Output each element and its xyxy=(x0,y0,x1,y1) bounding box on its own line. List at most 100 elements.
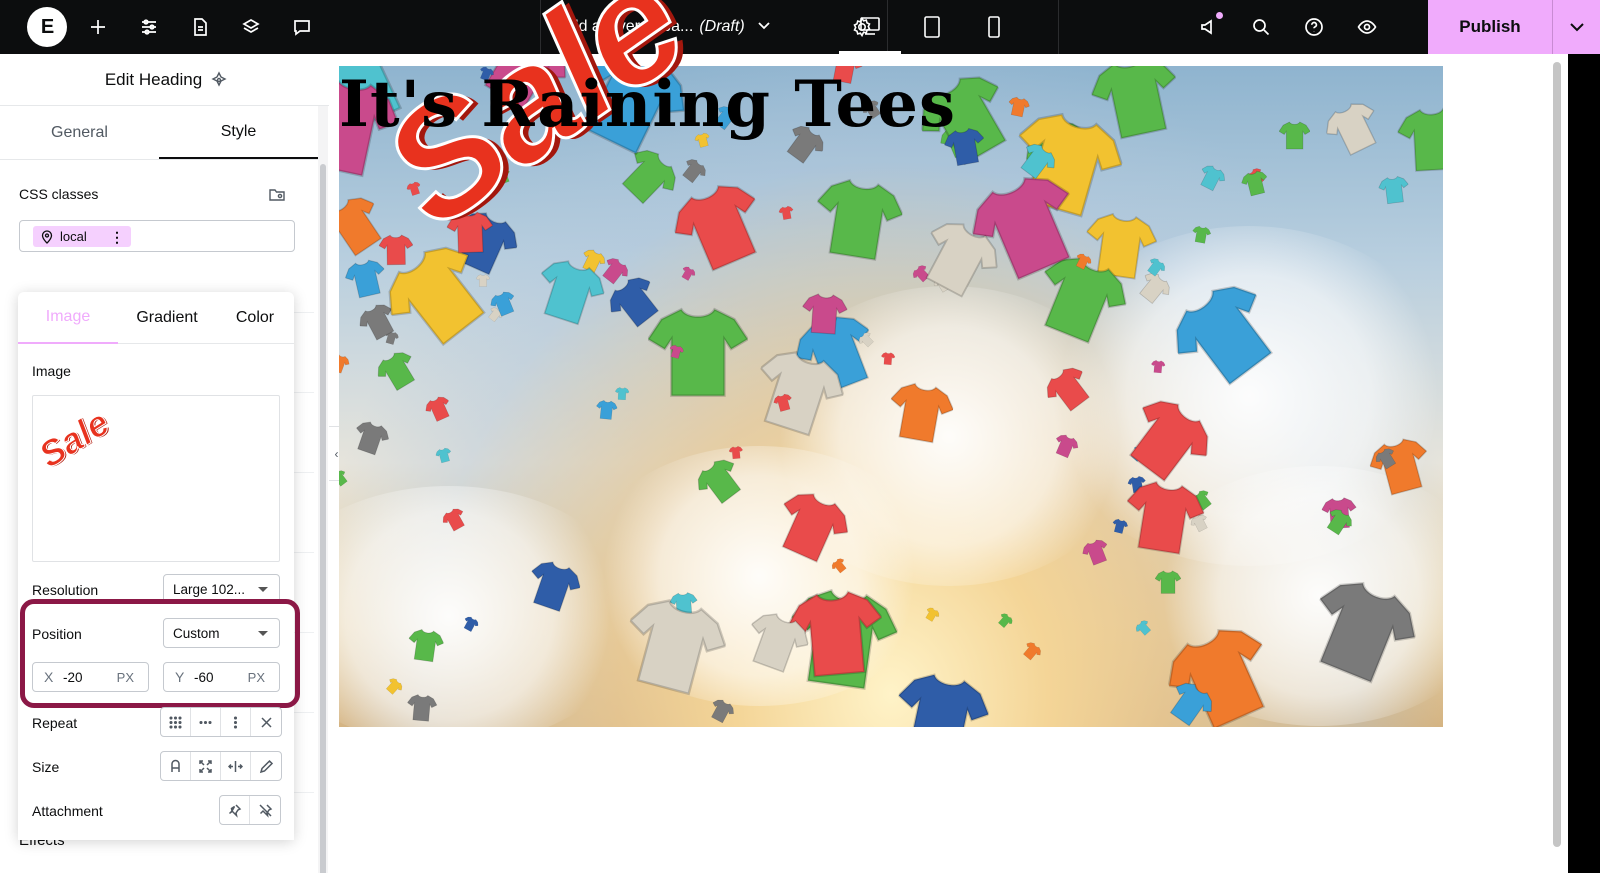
comments-icon[interactable] xyxy=(290,15,314,39)
tshirt-shape xyxy=(816,178,905,261)
size-custom-pencil-icon[interactable] xyxy=(251,752,281,780)
position-label: Position xyxy=(32,626,82,642)
tshirt-shape xyxy=(407,694,438,722)
canvas-scrollbar[interactable] xyxy=(1550,56,1564,856)
tshirt-shape xyxy=(669,344,684,359)
toolbar-divider xyxy=(1058,0,1059,54)
pages-icon[interactable] xyxy=(188,15,212,39)
elementor-logo-icon: E xyxy=(40,15,54,38)
y-axis-label: Y xyxy=(175,669,185,685)
add-element-icon[interactable] xyxy=(86,15,110,39)
site-settings-icon[interactable] xyxy=(137,15,161,39)
tablet-view-icon[interactable] xyxy=(901,0,963,54)
position-y-input[interactable]: Y -60 PX xyxy=(163,662,280,692)
position-x-input[interactable]: X -20 PX xyxy=(32,662,149,692)
tshirt-shape xyxy=(1241,170,1268,197)
tshirt-shape xyxy=(475,274,490,287)
tshirt-shape xyxy=(1378,176,1409,205)
tshirt-shape xyxy=(1023,642,1042,661)
tshirt-shape xyxy=(880,351,895,365)
top-bar: E Add a layered ba... (Draft) Publish xyxy=(0,0,1600,54)
image-preview-sale: Sale xyxy=(32,401,117,476)
tab-image[interactable]: Image xyxy=(18,292,118,344)
repeat-grid-icon[interactable] xyxy=(161,708,191,736)
repeat-x-icon[interactable] xyxy=(191,708,221,736)
panel-title: Edit Heading xyxy=(104,69,203,89)
image-preview[interactable]: Sale xyxy=(32,395,280,562)
tshirt-shape xyxy=(356,421,390,455)
publish-button[interactable]: Publish xyxy=(1428,0,1552,54)
panel-tabs: General Style xyxy=(0,106,318,160)
chevron-down-icon xyxy=(757,18,771,37)
tshirt-shape xyxy=(1154,570,1181,594)
css-classes-label: CSS classes xyxy=(19,186,99,202)
tshirt-shape xyxy=(1082,539,1108,566)
desktop-view-icon[interactable] xyxy=(839,0,901,54)
tshirt-shape xyxy=(408,629,445,663)
y-unit-select[interactable]: PX xyxy=(248,670,265,685)
css-class-chip[interactable]: local ⋮ xyxy=(33,226,131,247)
preview-eye-icon[interactable] xyxy=(1355,15,1379,39)
canvas-scrollbar-thumb[interactable] xyxy=(1553,62,1561,847)
panel-scrollbar-thumb[interactable] xyxy=(320,164,326,873)
tshirt-shape xyxy=(425,396,450,422)
tshirt-shape xyxy=(1150,360,1166,374)
attachment-scroll-unpin-icon[interactable] xyxy=(250,796,280,824)
size-cover-icon[interactable] xyxy=(191,752,221,780)
tshirt-shape xyxy=(673,185,757,272)
repeat-y-icon[interactable] xyxy=(221,708,251,736)
tab-gradient[interactable]: Gradient xyxy=(118,292,216,344)
search-icon[interactable] xyxy=(1249,15,1273,39)
background-type-tabs: Image Gradient Color xyxy=(18,292,294,344)
tshirt-shape xyxy=(890,382,955,444)
tshirt-shape xyxy=(377,351,416,391)
x-value: -20 xyxy=(63,669,83,685)
background-image-settings: Image Sale Resolution Large 102... Posit… xyxy=(18,345,300,840)
attachment-fixed-pin-icon[interactable] xyxy=(220,796,250,824)
x-unit-select[interactable]: PX xyxy=(117,670,134,685)
caret-down-icon xyxy=(258,587,268,592)
tab-style[interactable]: Style xyxy=(159,106,318,159)
tshirt-shape xyxy=(778,206,794,221)
whats-new-megaphone-icon[interactable] xyxy=(1197,12,1223,39)
heading-widget[interactable]: It's Raining Tees xyxy=(339,66,956,144)
chip-menu-icon[interactable]: ⋮ xyxy=(110,229,124,246)
resolution-value: Large 102... xyxy=(173,581,246,597)
tshirt-shape xyxy=(801,293,848,335)
caret-down-icon xyxy=(258,631,268,636)
attachment-toggle-group xyxy=(219,795,281,825)
no-repeat-icon[interactable] xyxy=(251,708,281,736)
resolution-label: Resolution xyxy=(32,582,99,598)
tshirt-shape xyxy=(1125,480,1206,555)
tshirt-shape xyxy=(997,613,1012,629)
help-icon[interactable] xyxy=(1302,15,1326,39)
size-label: Size xyxy=(32,759,60,775)
panel-scrollbar[interactable] xyxy=(318,106,328,873)
size-contain-icon[interactable] xyxy=(221,752,251,780)
position-select[interactable]: Custom xyxy=(163,618,280,648)
location-pin-icon xyxy=(41,229,53,244)
background-popover: Image Gradient Color Image Sale Resoluti… xyxy=(18,292,300,840)
structure-layers-icon[interactable] xyxy=(239,15,263,39)
elementor-logo-button[interactable]: E xyxy=(27,7,67,47)
tshirt-shape xyxy=(1008,96,1030,118)
folder-settings-icon[interactable] xyxy=(268,185,286,203)
publish-options-button[interactable] xyxy=(1552,0,1600,54)
repeat-toggle-group xyxy=(160,707,282,737)
position-value: Custom xyxy=(173,625,220,641)
tshirt-shape xyxy=(339,470,348,487)
resolution-select[interactable]: Large 102... xyxy=(163,574,280,604)
attachment-label: Attachment xyxy=(32,803,103,819)
css-classes-input[interactable]: local ⋮ xyxy=(19,220,295,252)
size-toggle-group xyxy=(160,751,282,781)
tshirt-shape xyxy=(681,158,706,183)
image-label: Image xyxy=(32,363,71,379)
tab-general[interactable]: General xyxy=(0,106,159,159)
tshirt-shape xyxy=(896,673,990,727)
tshirt-shape xyxy=(647,307,748,397)
tab-color[interactable]: Color xyxy=(216,292,294,344)
tshirt-shape xyxy=(728,446,744,460)
size-auto-icon[interactable] xyxy=(161,752,191,780)
document-status: (Draft) xyxy=(699,18,745,35)
mobile-view-icon[interactable] xyxy=(963,0,1025,54)
